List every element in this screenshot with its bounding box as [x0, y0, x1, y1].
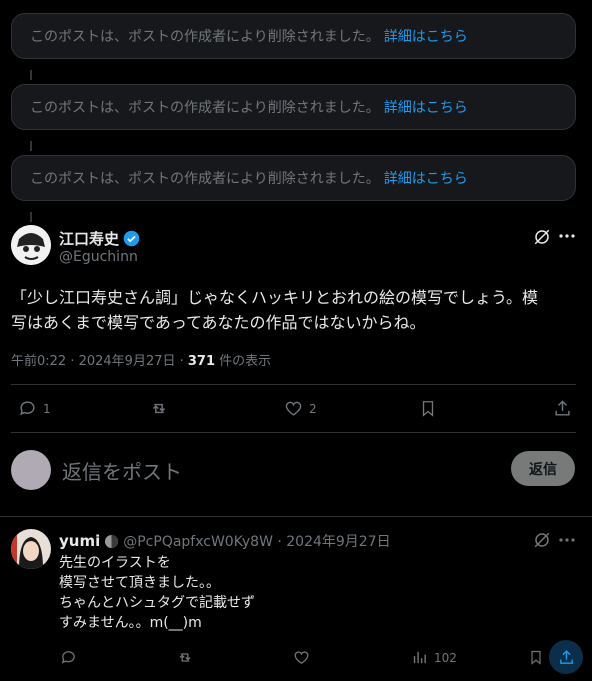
divider	[11, 432, 576, 433]
share-button[interactable]	[549, 640, 583, 674]
post-text-line: 写はあくまで模写であってあなたの作品ではないからね。	[11, 313, 426, 332]
reply-icon	[18, 399, 37, 418]
views-button[interactable]: 102	[411, 649, 457, 666]
reply-text: 先生のイラストを 模写させて頂きました。。 ちゃんとハシュタグで記載せず すみま…	[59, 553, 255, 633]
reply-author-handle-time[interactable]: @PcPQapfxcW0Ky8W · 2024年9月27日	[123, 531, 390, 551]
verified-badge-icon	[123, 230, 140, 247]
like-count: 2	[309, 401, 317, 416]
share-button[interactable]	[553, 399, 572, 418]
deleted-post-1: このポストは、ポストの作成者により削除されました。 詳細はこちら	[11, 13, 576, 59]
moon-emoji-icon	[104, 534, 119, 549]
more-options-icon[interactable]	[559, 537, 575, 543]
analytics-icon	[411, 649, 428, 666]
reply-text-line: 模写させて頂きました。。	[59, 575, 220, 591]
deleted-post-text: このポストは、ポストの作成者により削除されました。	[30, 29, 380, 45]
author-handle[interactable]: @Eguchinn	[59, 249, 138, 265]
bookmark-button[interactable]	[419, 399, 437, 418]
reply-submit-button[interactable]: 返信	[511, 451, 575, 486]
post-text-line: 「少し江口寿史さん調」じゃなくハッキリとおれの絵の模写でしょう。模	[11, 288, 539, 307]
grok-icon[interactable]	[533, 228, 551, 246]
reply-author-row[interactable]: yumi @PcPQapfxcW0Ky8W · 2024年9月27日	[59, 531, 391, 551]
thread-line	[30, 70, 32, 80]
author-name[interactable]: 江口寿史	[59, 228, 119, 249]
reply-text-line: ちゃんとハシュタグで記載せず	[59, 595, 255, 611]
share-icon	[553, 399, 572, 418]
bookmark-button[interactable]	[528, 649, 544, 666]
reply-icon	[60, 649, 77, 666]
thread-line	[30, 141, 32, 151]
repost-icon	[149, 399, 169, 418]
repost-button[interactable]	[176, 649, 194, 666]
deleted-post-text: このポストは、ポストの作成者により削除されました。	[30, 100, 380, 116]
reply-text-line: すみません。。m(__)m	[59, 615, 202, 631]
thread-line	[30, 212, 32, 222]
grok-icon[interactable]	[533, 531, 551, 549]
post-metadata: 午前0:22 · 2024年9月27日 · 371 件の表示	[11, 350, 271, 369]
post-text: 「少し江口寿史さん調」じゃなくハッキリとおれの絵の模写でしょう。模 写はあくまで…	[11, 285, 583, 335]
repost-button[interactable]	[149, 399, 169, 418]
view-label: 件の表示	[215, 354, 272, 369]
bookmark-icon	[419, 399, 437, 418]
reply-input[interactable]: 返信をポスト	[62, 456, 182, 485]
more-options-icon[interactable]	[559, 233, 575, 239]
learn-more-link[interactable]: 詳細はこちら	[384, 26, 468, 46]
like-button[interactable]	[293, 649, 310, 666]
reply-button[interactable]	[60, 649, 77, 666]
learn-more-link[interactable]: 詳細はこちら	[384, 168, 468, 188]
bookmark-icon	[528, 649, 544, 666]
reply-text-line: 先生のイラストを	[59, 555, 171, 571]
post-time[interactable]: 午前0:22 · 2024年9月27日 ·	[11, 354, 188, 369]
author-name-row[interactable]: 江口寿史	[59, 228, 140, 249]
heart-icon	[284, 399, 303, 418]
repost-icon	[176, 649, 194, 666]
reply-view-count: 102	[434, 650, 457, 665]
deleted-post-text: このポストは、ポストの作成者により削除されました。	[30, 171, 380, 187]
author-avatar[interactable]	[11, 225, 51, 265]
deleted-post-2: このポストは、ポストの作成者により削除されました。 詳細はこちら	[11, 84, 576, 130]
like-button[interactable]: 2	[284, 399, 317, 418]
reply-author-avatar[interactable]	[11, 529, 51, 569]
view-count: 371	[187, 354, 216, 369]
reply-button[interactable]: 1	[18, 399, 51, 418]
divider	[11, 384, 576, 385]
divider	[0, 516, 592, 517]
heart-icon	[293, 649, 310, 666]
reply-author-name[interactable]: yumi	[59, 532, 100, 550]
deleted-post-3: このポストは、ポストの作成者により削除されました。 詳細はこちら	[11, 155, 576, 201]
share-icon	[558, 649, 575, 666]
reply-count: 1	[43, 401, 51, 416]
learn-more-link[interactable]: 詳細はこちら	[384, 97, 468, 117]
my-avatar[interactable]	[11, 450, 51, 490]
